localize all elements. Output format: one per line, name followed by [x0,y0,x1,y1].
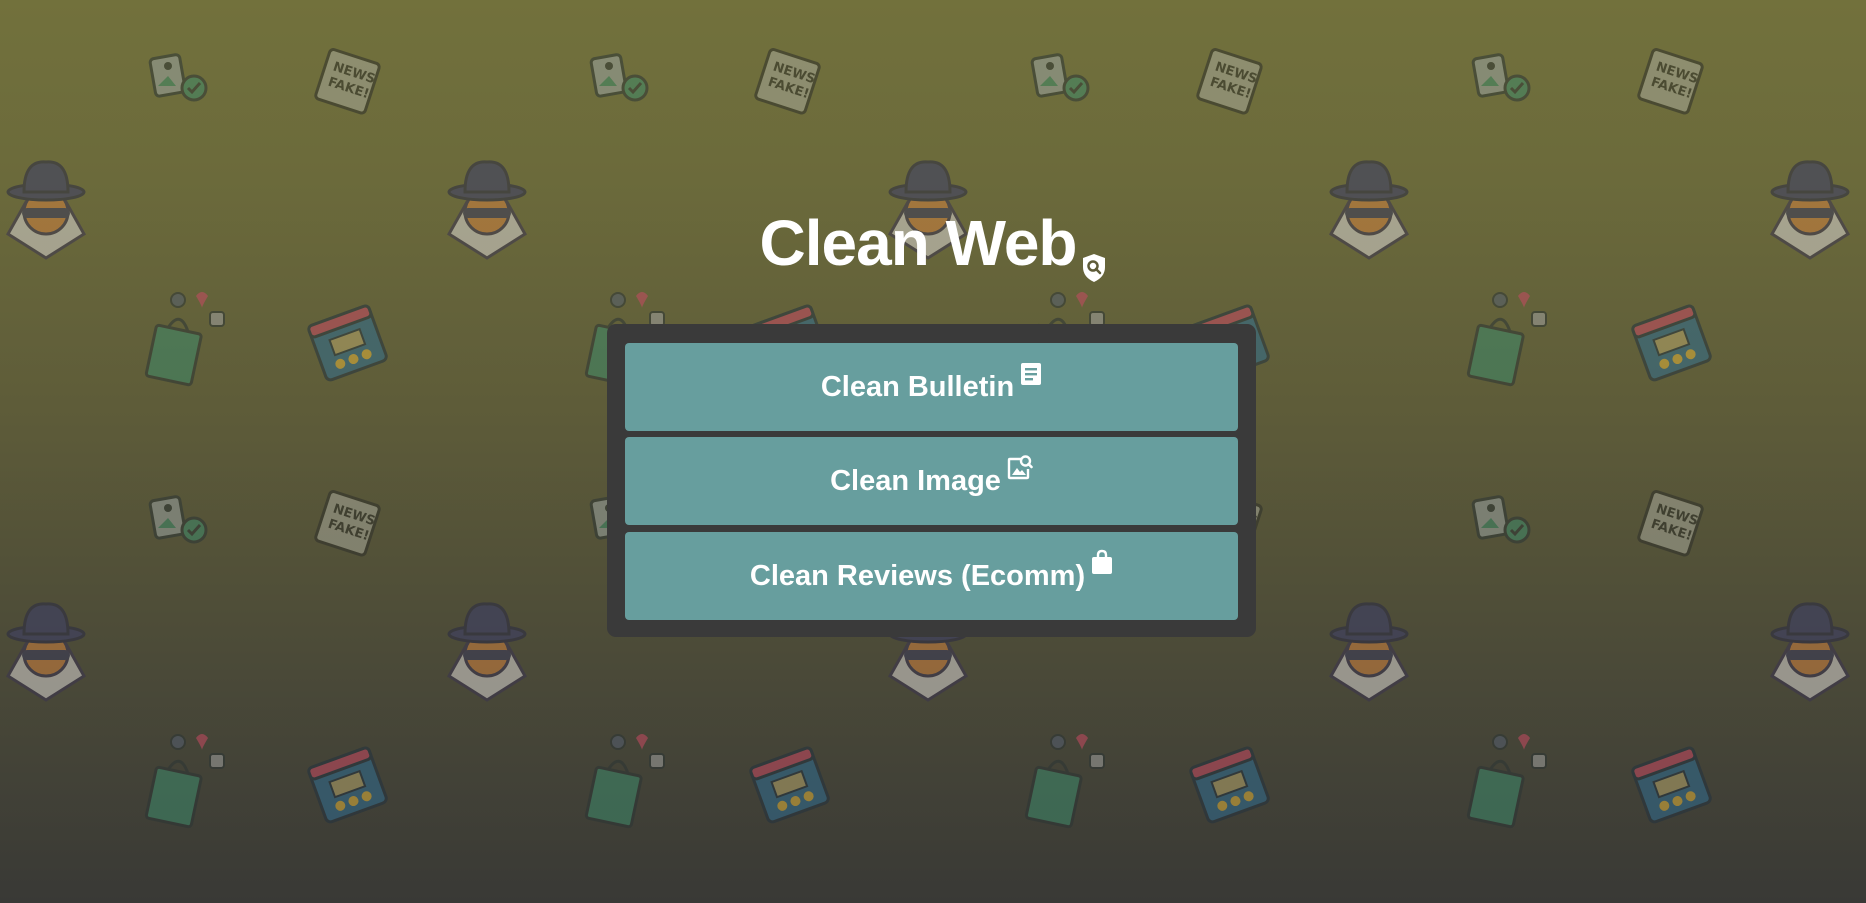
clean-reviews-button[interactable]: Clean Reviews (Ecomm) [625,532,1238,620]
clean-bulletin-label: Clean Bulletin [820,370,1015,403]
document-icon [1020,361,1042,394]
shopping-bag-icon [1091,549,1113,583]
shield-search-icon [1081,224,1107,298]
image-search-icon [1007,454,1033,488]
clean-reviews-label: Clean Reviews (Ecomm) [749,559,1086,592]
page-title: Clean Web [0,206,1866,298]
page-title-text: Clean Web [759,207,1078,279]
menu-panel: Clean Bulletin Clean Image Clean Reviews… [607,324,1256,637]
clean-bulletin-button[interactable]: Clean Bulletin [625,343,1238,431]
clean-image-button[interactable]: Clean Image [625,437,1238,525]
clean-image-label: Clean Image [830,464,1001,497]
